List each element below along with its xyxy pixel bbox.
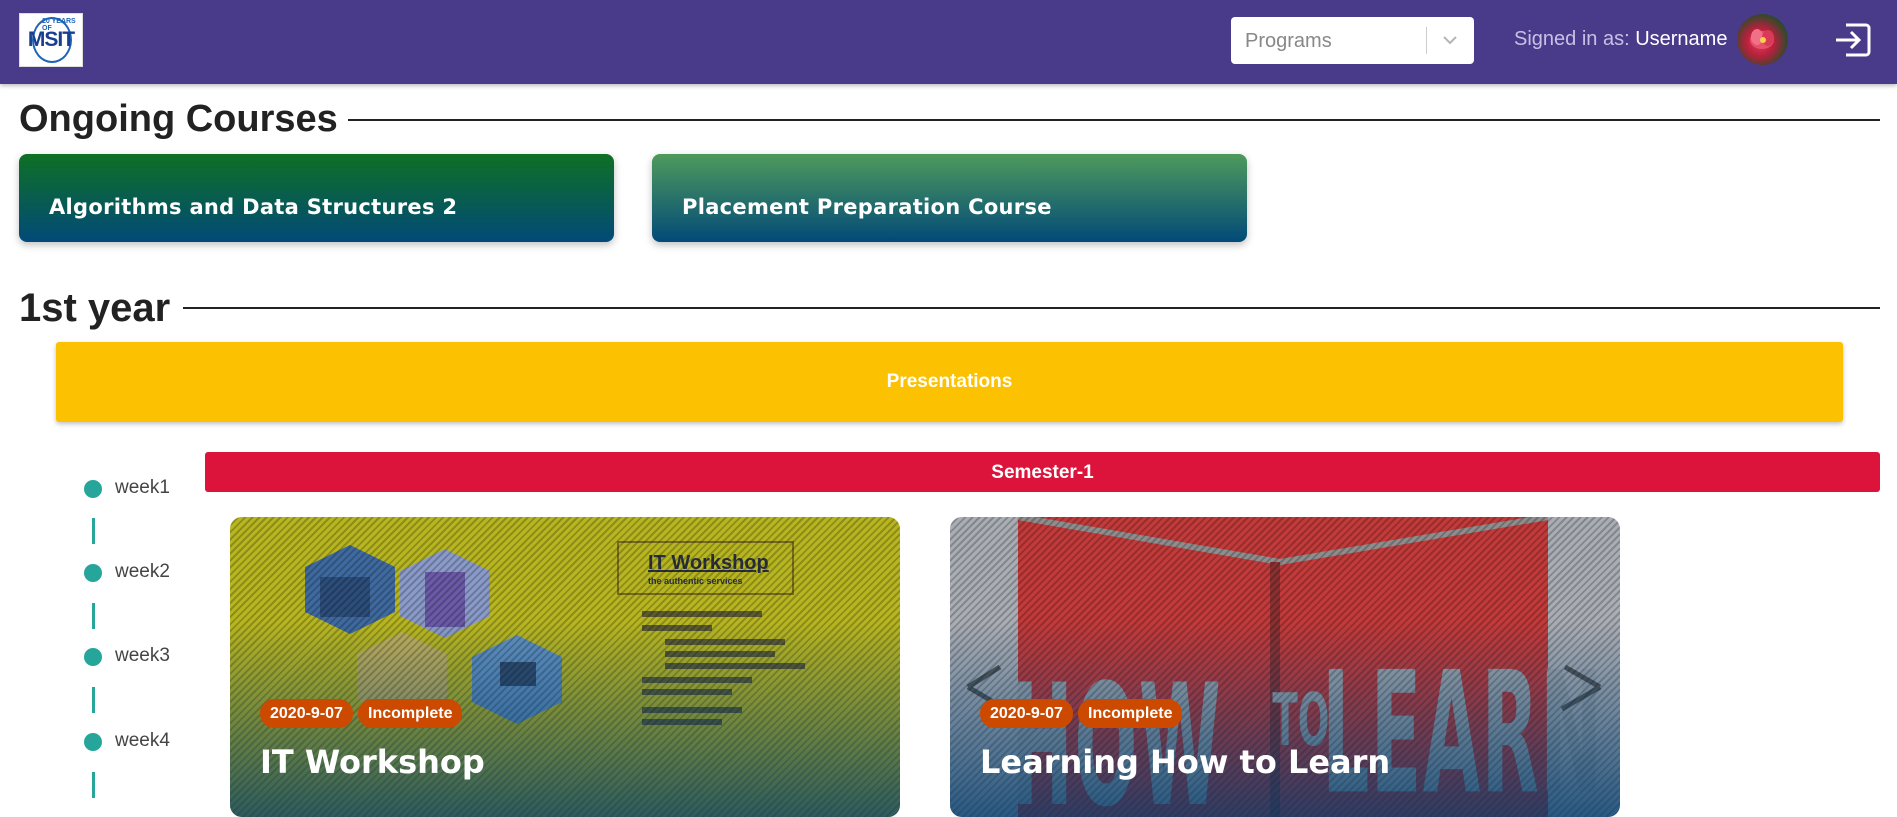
- week-label: week4: [115, 730, 170, 751]
- logout-icon[interactable]: [1832, 19, 1874, 61]
- course-card-algorithms[interactable]: Algorithms and Data Structures 2: [19, 154, 614, 242]
- semester-label: Semester-1: [991, 462, 1094, 483]
- course-card-placement[interactable]: Placement Preparation Course: [652, 154, 1247, 242]
- timeline-connector: [92, 518, 95, 544]
- status-badge: Incomplete: [1078, 699, 1183, 728]
- timeline-dot: [84, 733, 102, 751]
- year-title: 1st year: [19, 286, 171, 330]
- presentations-banner[interactable]: Presentations: [56, 342, 1843, 422]
- username: Username: [1635, 28, 1728, 50]
- subject-card-title: IT Workshop: [260, 743, 485, 781]
- subject-card-title: Learning How to Learn: [980, 743, 1391, 781]
- course-card-title: Algorithms and Data Structures 2: [49, 195, 458, 219]
- msit-logo[interactable]: 20 YEARS OF MSIT: [19, 13, 83, 67]
- timeline-connector: [92, 772, 95, 798]
- course-card-title: Placement Preparation Course: [682, 195, 1052, 219]
- week-label: week2: [115, 561, 170, 582]
- logo-text: MSIT: [27, 28, 75, 51]
- avatar[interactable]: [1737, 14, 1788, 65]
- programs-select-placeholder: Programs: [1245, 30, 1332, 52]
- top-navbar: 20 YEARS OF MSIT Programs Signed in as: …: [0, 0, 1897, 84]
- section-divider: [348, 119, 1880, 121]
- flower-avatar-image: [1750, 29, 1774, 49]
- section-divider: [183, 307, 1880, 309]
- timeline-dot: [84, 648, 102, 666]
- subject-card-it-workshop[interactable]: IT Workshop the authentic services 2020-…: [230, 517, 900, 817]
- chevron-down-icon[interactable]: [1438, 28, 1462, 52]
- select-separator: [1426, 27, 1427, 54]
- ongoing-courses-title: Ongoing Courses: [19, 98, 338, 140]
- week-label: week1: [115, 477, 170, 498]
- date-badge: 2020-9-07: [260, 699, 353, 728]
- signed-in-label: Signed in as:: [1514, 28, 1630, 50]
- timeline-dot: [84, 480, 102, 498]
- date-badge: 2020-9-07: [980, 699, 1073, 728]
- signed-in-text: Signed in as: Username: [1514, 28, 1727, 51]
- timeline-dot: [84, 564, 102, 582]
- semester-bar[interactable]: Semester-1: [205, 452, 1880, 492]
- timeline-connector: [92, 687, 95, 713]
- programs-select[interactable]: Programs: [1231, 17, 1474, 64]
- subject-card-learning-how-to-learn[interactable]: HOW TO LEARN 2020-9-07 Incomplete Learni…: [950, 517, 1620, 817]
- week-label: week3: [115, 645, 170, 666]
- presentations-label: Presentations: [886, 371, 1013, 392]
- timeline-connector: [92, 603, 95, 629]
- status-badge: Incomplete: [358, 699, 463, 728]
